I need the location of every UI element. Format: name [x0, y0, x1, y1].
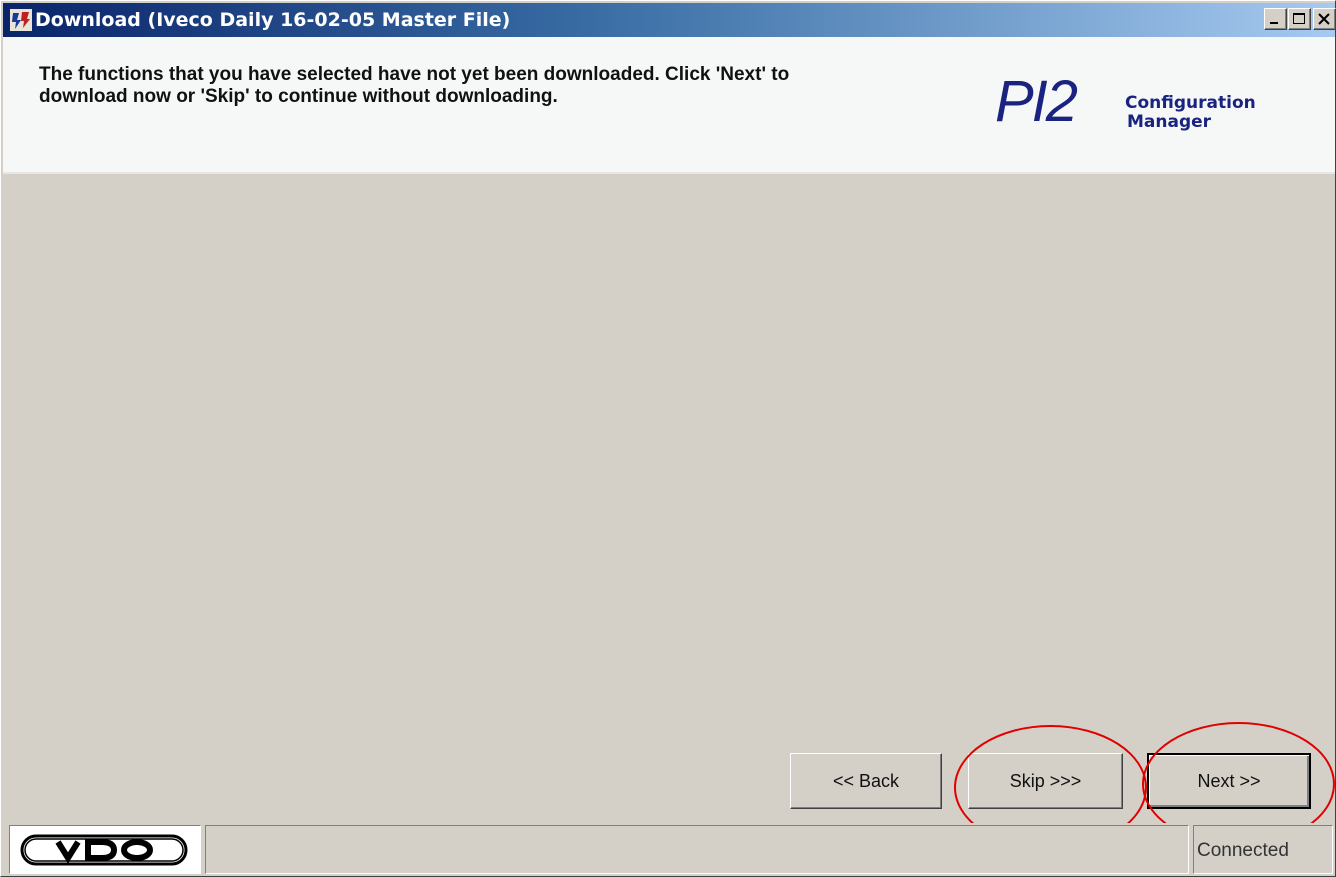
status-bar: Connected	[3, 823, 1335, 876]
close-button[interactable]	[1313, 8, 1336, 30]
back-button[interactable]: << Back	[790, 753, 942, 809]
vdo-logo	[20, 834, 188, 866]
maximize-button[interactable]	[1288, 8, 1311, 30]
product-logo: PI2	[995, 69, 1078, 134]
skip-button[interactable]: Skip >>>	[968, 753, 1123, 809]
status-message-panel	[205, 825, 1189, 874]
next-button[interactable]: Next >>	[1147, 753, 1311, 809]
window-title: Download (Iveco Daily 16-02-05 Master Fi…	[35, 9, 511, 31]
wizard-content-area	[3, 174, 1335, 819]
app-icon	[10, 9, 32, 31]
product-subtitle: Configuration Manager	[1125, 94, 1256, 132]
connection-status-panel: Connected	[1193, 825, 1333, 874]
product-subtitle-line2: Manager	[1127, 112, 1212, 132]
product-subtitle-line1: Configuration	[1125, 93, 1256, 113]
wizard-header: The functions that you have selected hav…	[3, 37, 1335, 174]
brand-logo-panel	[9, 825, 201, 874]
maximize-icon	[1293, 13, 1305, 24]
title-bar[interactable]: Download (Iveco Daily 16-02-05 Master Fi…	[3, 3, 1336, 37]
download-window: Download (Iveco Daily 16-02-05 Master Fi…	[0, 0, 1336, 877]
connection-status: Connected	[1197, 840, 1289, 861]
minimize-button[interactable]	[1264, 8, 1287, 30]
instruction-text: The functions that you have selected hav…	[39, 64, 790, 107]
close-icon	[1318, 13, 1330, 25]
minimize-icon	[1270, 22, 1278, 24]
